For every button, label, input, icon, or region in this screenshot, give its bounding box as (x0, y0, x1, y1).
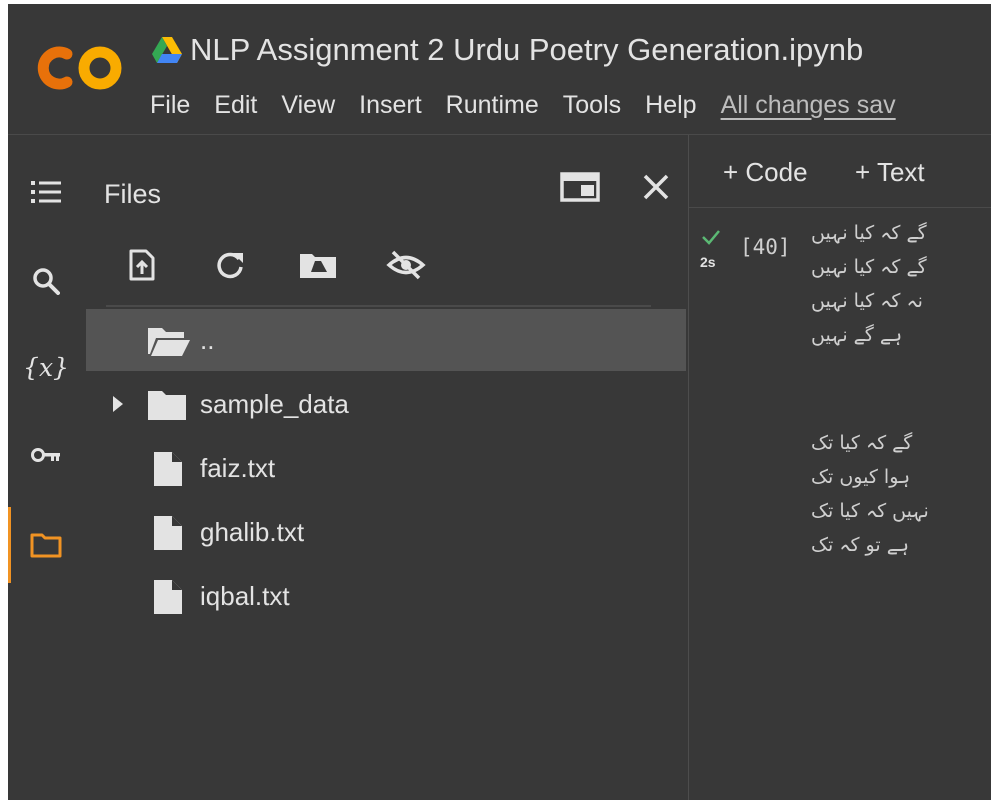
upload-button[interactable] (120, 243, 164, 287)
mount-drive-icon (300, 254, 336, 278)
google-drive-icon (152, 37, 182, 63)
open-in-tab-button[interactable] (560, 167, 600, 207)
notebook-area: + Code + Text 2s [40] گے کہ کیا نہیں گے … (689, 135, 991, 800)
add-text-button[interactable]: + Text (855, 157, 925, 188)
add-code-button[interactable]: + Code (723, 157, 808, 188)
secrets-button[interactable] (26, 435, 66, 475)
search-icon (33, 268, 60, 295)
file-row-parent[interactable]: .. (86, 309, 686, 371)
refresh-icon (217, 252, 243, 279)
open-in-new-tab-icon (560, 172, 600, 202)
menu-insert[interactable]: Insert (359, 91, 422, 120)
file-name: ghalib.txt (200, 517, 305, 547)
file-name: .. (200, 325, 215, 355)
mount-drive-button[interactable] (296, 243, 340, 287)
folder-icon (30, 533, 62, 558)
menu-view[interactable]: View (281, 91, 335, 120)
file-row-iqbal[interactable]: iqbal.txt (86, 565, 686, 627)
variables-icon: {x} (23, 352, 69, 382)
menu-bar: File Edit View Insert Runtime Tools Help… (150, 88, 896, 122)
colab-logo[interactable] (34, 40, 130, 96)
upload-icon (129, 249, 155, 281)
output-line: گے کہ کیا نہیں (811, 222, 927, 244)
find-button[interactable] (26, 261, 66, 301)
cell-output: گے کہ کیا نہیں گے کہ کیا نہیں نہ کہ کیا … (811, 216, 991, 562)
active-indicator (8, 507, 11, 583)
left-rail: {x} (8, 135, 86, 800)
file-icon (154, 580, 182, 614)
files-divider (106, 305, 651, 307)
key-icon (31, 448, 60, 462)
output-line: نہیں کہ کیا تک (811, 500, 929, 522)
notebook-title[interactable]: NLP Assignment 2 Urdu Poetry Generation.… (190, 32, 863, 68)
files-panel-title: Files (104, 179, 162, 209)
output-line: ہے گے نہیں (811, 324, 903, 346)
hide-icon (386, 250, 426, 280)
hide-files-button[interactable] (384, 243, 428, 287)
menu-runtime[interactable]: Runtime (446, 91, 539, 120)
output-line: نہ کہ کیا نہیں (811, 290, 923, 312)
code-cell[interactable]: 2s [40] گے کہ کیا نہیں گے کہ کیا نہیں نہ… (689, 208, 991, 800)
file-name: iqbal.txt (200, 581, 290, 611)
header: NLP Assignment 2 Urdu Poetry Generation.… (8, 4, 991, 134)
refresh-button[interactable] (208, 243, 252, 287)
output-line: ہوا کیوں تک (811, 466, 911, 488)
table-of-contents-button[interactable] (26, 172, 66, 212)
output-line: گے کہ کیا تک (811, 432, 913, 454)
variables-button[interactable]: {x} (23, 347, 69, 387)
output-gap (811, 352, 991, 426)
run-time: 2s (700, 254, 716, 270)
execution-count[interactable]: [40] (740, 235, 791, 259)
file-icon (154, 516, 182, 550)
folder-icon (148, 391, 186, 420)
folder-open-icon (148, 328, 190, 356)
files-panel: Files .. sample_data faiz.txt ghalib.txt… (86, 135, 688, 800)
close-icon (643, 174, 669, 200)
list-icon (31, 181, 61, 203)
file-name: sample_data (200, 389, 349, 419)
close-panel-button[interactable] (636, 167, 676, 207)
file-name: faiz.txt (200, 453, 276, 483)
expand-arrow-icon[interactable] (112, 395, 124, 413)
file-row-faiz[interactable]: faiz.txt (86, 437, 686, 499)
file-row-sample-data[interactable]: sample_data (86, 373, 686, 435)
save-status[interactable]: All changes sav (721, 91, 896, 120)
menu-help[interactable]: Help (645, 91, 696, 120)
output-line: گے کہ کیا نہیں (811, 256, 927, 278)
files-button[interactable] (26, 525, 66, 565)
menu-edit[interactable]: Edit (214, 91, 257, 120)
menu-file[interactable]: File (150, 91, 190, 120)
colab-window: NLP Assignment 2 Urdu Poetry Generation.… (8, 4, 991, 800)
output-line: ہے تو کہ تک (811, 534, 909, 556)
menu-tools[interactable]: Tools (563, 91, 621, 120)
notebook-toolbar: + Code + Text (689, 135, 991, 207)
success-check-icon (702, 230, 720, 245)
file-icon (154, 452, 182, 486)
file-row-ghalib[interactable]: ghalib.txt (86, 501, 686, 563)
title-row: NLP Assignment 2 Urdu Poetry Generation.… (152, 28, 863, 72)
